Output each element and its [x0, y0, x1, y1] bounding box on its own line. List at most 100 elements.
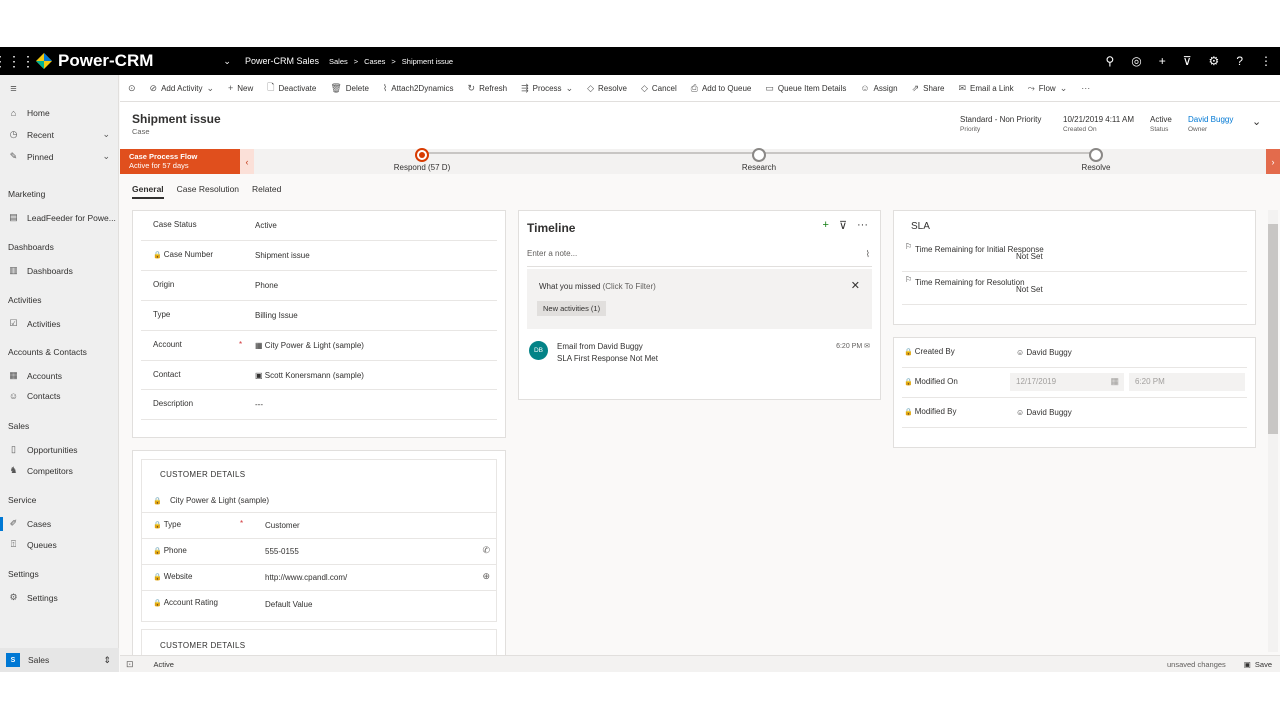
save-button[interactable]: ▣ Save [1244, 660, 1272, 669]
bpf-stage-dot-research[interactable] [752, 148, 766, 162]
email-a-link-button[interactable]: ✉ Email a Link [958, 83, 1013, 94]
chevron-right-icon[interactable]: › [1266, 149, 1280, 174]
user-link[interactable]: David Buggy [1026, 348, 1071, 357]
note-input[interactable]: Enter a note... ⌇ [527, 249, 872, 267]
area-switcher[interactable]: S Sales ⇕ [0, 648, 119, 672]
refresh-button[interactable]: ↻ Refresh [468, 83, 508, 94]
chevron-down-icon[interactable]: ⌄ [1252, 115, 1261, 128]
sidebar-item-dashboards[interactable]: ▥ Dashboards [8, 265, 73, 276]
customer-field-account-rating[interactable]: 🔒 Account Rating Default Value [142, 591, 496, 617]
deactivate-button[interactable]: 🗋 Deactivate [267, 80, 316, 96]
bpf-stage-label[interactable]: Respond (57 D) [394, 163, 450, 172]
time-value: 6:20 PM [1135, 377, 1165, 386]
tab-related[interactable]: Related [252, 184, 281, 199]
cancel-button[interactable]: ◇ Cancel [641, 83, 677, 94]
close-icon[interactable]: ✕ [851, 279, 860, 292]
sidebar-item-contacts[interactable]: ☺ Contacts [8, 391, 61, 401]
chevron-left-icon[interactable]: ‹ [240, 149, 254, 174]
filter-icon[interactable]: ⊽ [839, 219, 847, 232]
sidebar-item-home[interactable]: ⌂ Home [8, 108, 50, 118]
user-link[interactable]: David Buggy [1026, 408, 1071, 417]
page-scrollbar[interactable] [1268, 210, 1278, 652]
paperclip-icon[interactable]: ⌇ [866, 249, 870, 260]
sla-field-resolution[interactable]: ⚐ Time Remaining for Resolution Not Set [902, 272, 1247, 305]
app-logo-icon [36, 53, 52, 69]
help-icon[interactable]: ? [1236, 54, 1243, 68]
search-icon[interactable]: ⚲ [1105, 54, 1114, 68]
field-account[interactable]: Account * ▦ City Power & Light (sample) [141, 331, 497, 361]
field-case-number[interactable]: 🔒 Case Number Shipment issue [141, 241, 497, 271]
share-button[interactable]: ⇗ Share [912, 83, 945, 94]
flow-button[interactable]: ⤳ Flow ⌄ [1028, 83, 1068, 94]
app-launcher-icon[interactable]: ⋮⋮⋮ [0, 47, 35, 75]
sidebar-item-pinned[interactable]: ✎ Pinned [8, 151, 54, 162]
customer-field-phone[interactable]: 🔒 Phone 555-0155 ✆ [142, 539, 496, 565]
new-activities-badge[interactable]: New activities (1) [537, 301, 607, 316]
phone-icon[interactable]: ✆ [482, 545, 490, 556]
bpf-active-flow[interactable]: Case Process Flow Active for 57 days [120, 149, 240, 174]
sidebar-item-opportunities[interactable]: ▯ Opportunities [8, 444, 78, 455]
header-field-value[interactable]: David Buggy [1188, 115, 1233, 124]
field-description[interactable]: Description --- [141, 390, 497, 420]
record-title: Shipment issue [132, 112, 221, 126]
filter-icon[interactable]: ⊽ [1183, 54, 1192, 68]
bpf-stage-label[interactable]: Resolve [1082, 163, 1111, 172]
bpf-stage-dot-resolve[interactable] [1089, 148, 1103, 162]
what-you-missed-panel[interactable]: What you missed (Click To Filter) ✕ New … [527, 269, 872, 329]
plus-icon[interactable]: + [1159, 54, 1166, 68]
task-icon[interactable]: ◎ [1131, 54, 1141, 68]
chevron-down-icon[interactable]: ⌄ [102, 151, 110, 162]
bpf-stage-dot-respond[interactable] [415, 148, 429, 162]
app-selector[interactable]: ⌄ Power-CRM Sales [223, 56, 319, 67]
sidebar-item-queues[interactable]: ⍐ Queues [8, 539, 57, 550]
history-icon[interactable]: ⊙ [128, 83, 136, 94]
sidebar-item-settings[interactable]: ⚙ Settings [8, 592, 57, 603]
chevron-down-icon[interactable]: ⌄ [102, 129, 110, 140]
field-created-by[interactable]: 🔒 Created By ☺ David Buggy [902, 338, 1247, 368]
hamburger-icon[interactable]: ≡ [8, 83, 19, 95]
account-link[interactable]: City Power & Light (sample) [265, 341, 364, 350]
sidebar-item-cases[interactable]: ✐ Cases [8, 518, 51, 529]
plus-icon[interactable]: + [823, 219, 829, 232]
add-to-queue-button[interactable]: ⎙ Add to Queue [691, 83, 752, 94]
scrollbar-thumb[interactable] [1268, 224, 1278, 434]
delete-button[interactable]: 🗑 Delete [330, 83, 369, 94]
customer-field-type[interactable]: 🔒 Type * Customer [142, 513, 496, 539]
gear-icon[interactable]: ⚙ [1209, 54, 1220, 68]
field-modified-on[interactable]: 🔒 Modified On 12/17/2019 ▦ 6:20 PM [902, 368, 1247, 398]
breadcrumb-item[interactable]: Sales [329, 57, 348, 66]
tab-general[interactable]: General [132, 184, 164, 199]
customer-field-website[interactable]: 🔒 Website http://www.cpandl.com/ ⊕ [142, 565, 496, 591]
field-contact[interactable]: Contact ▣ Scott Konersmann (sample) [141, 361, 497, 390]
sidebar-item-competitors[interactable]: ♞ Competitors [8, 465, 72, 476]
sidebar-item-recent[interactable]: ◷ Recent [8, 129, 54, 140]
field-origin[interactable]: Origin Phone [141, 271, 497, 301]
sla-field-initial-response[interactable]: ⚐ Time Remaining for Initial Response No… [902, 239, 1247, 272]
bpf-stage-label[interactable]: Research [742, 163, 776, 172]
field-case-status[interactable]: Case Status Active [141, 211, 497, 241]
field-modified-by[interactable]: 🔒 Modified By ☺ David Buggy [902, 398, 1247, 428]
assign-button[interactable]: ☺ Assign [860, 83, 897, 93]
more-vertical-icon[interactable]: ⋮ [1260, 54, 1272, 68]
timeline-item[interactable]: Email from David Buggy SLA First Respons… [557, 341, 658, 365]
new-button[interactable]: + New [228, 83, 253, 93]
field-type[interactable]: Type Billing Issue [141, 301, 497, 331]
sidebar-item-accounts[interactable]: ▦ Accounts [8, 370, 62, 381]
sidebar-item-label: Opportunities [27, 444, 78, 455]
process-button[interactable]: ⇶ Process ⌄ [521, 83, 573, 94]
more-commands-icon[interactable]: ··· [1081, 83, 1090, 93]
tab-case-resolution[interactable]: Case Resolution [177, 184, 239, 199]
globe-icon[interactable]: ⊕ [482, 571, 490, 582]
resolve-button[interactable]: ◇ Resolve [587, 83, 627, 94]
email-open-icon[interactable]: ✉ [864, 343, 870, 350]
attach2dynamics-button[interactable]: ⌇ Attach2Dynamics [383, 83, 454, 94]
contact-link[interactable]: Scott Konersmann (sample) [265, 371, 364, 380]
breadcrumb-item[interactable]: Cases [364, 57, 385, 66]
sidebar-item-leadfeeder[interactable]: ▤ LeadFeeder for Powe... [8, 212, 116, 223]
queue-item-details-button[interactable]: ▭ Queue Item Details [765, 83, 846, 94]
add-activity-button[interactable]: ⊘ Add Activity ⌄ [150, 83, 214, 94]
header-owner[interactable]: David Buggy Owner [1188, 115, 1233, 133]
sidebar-item-activities[interactable]: ☑ Activities [8, 318, 60, 329]
expand-icon[interactable]: ⊡ [126, 659, 134, 670]
more-icon[interactable]: ··· [857, 219, 868, 232]
